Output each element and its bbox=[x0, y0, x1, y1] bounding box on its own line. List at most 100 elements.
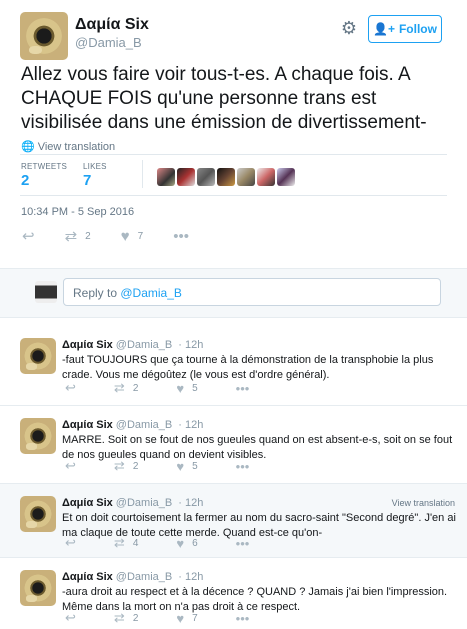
reply-author-name[interactable]: Δαμία Six bbox=[62, 339, 113, 351]
reply-icon: ↩ bbox=[65, 610, 76, 625]
reply-icon: ↩ bbox=[22, 228, 35, 245]
view-translation-link[interactable]: 🌐 View translation bbox=[21, 140, 115, 153]
retweet-button[interactable]: ⇄ 2 bbox=[114, 458, 138, 474]
follow-button[interactable]: 👤+ Follow bbox=[368, 15, 442, 43]
retweets-count: 2 bbox=[21, 172, 30, 189]
liker-avatar[interactable] bbox=[237, 168, 255, 186]
retweet-button[interactable]: ⇄ 4 bbox=[114, 535, 138, 551]
reply-text: -faut TOUJOURS que ça tourne à la démons… bbox=[62, 354, 434, 381]
divider bbox=[20, 195, 447, 196]
author-name[interactable]: Δαμία Six bbox=[75, 16, 149, 34]
tweet-timestamp[interactable]: 10:34 PM - 5 Sep 2016 bbox=[21, 206, 134, 218]
author-avatar[interactable] bbox=[20, 338, 56, 374]
more-button[interactable]: ••• bbox=[236, 611, 250, 626]
reply-actions: ↩ ⇄ 2 ♥ 7 ••• bbox=[65, 610, 287, 626]
retweet-button[interactable]: ⇄ 2 bbox=[114, 380, 138, 396]
retweet-icon: ⇄ bbox=[113, 458, 125, 473]
likers-avatars bbox=[157, 168, 295, 186]
reply-author-name[interactable]: Δαμία Six bbox=[62, 419, 113, 431]
reply-tweet[interactable]: Δαμία Six @Damia_B · 12h View translation… bbox=[0, 484, 467, 558]
retweet-button[interactable]: ⇄ 2 bbox=[65, 227, 91, 245]
like-button[interactable]: ♥ 5 bbox=[176, 381, 197, 396]
likes-count: 7 bbox=[83, 172, 92, 189]
like-icon: ♥ bbox=[176, 610, 185, 626]
reply-tweet[interactable]: Δαμία Six @Damia_B · 12h -faut TOUJOURS q… bbox=[0, 326, 467, 406]
reply-composer: Reply to @Damia_B bbox=[0, 268, 467, 318]
more-icon: ••• bbox=[235, 458, 250, 474]
like-icon: ♥ bbox=[176, 380, 185, 396]
gear-icon[interactable]: ⚙ bbox=[340, 19, 358, 37]
like-button[interactable]: ♥ 6 bbox=[176, 536, 197, 551]
retweet-icon: ⇄ bbox=[113, 535, 125, 550]
tweet-text: Allez vous faire voir tous-t-es. A chaqu… bbox=[21, 64, 427, 133]
like-icon: ♥ bbox=[176, 458, 185, 474]
reply-author-name[interactable]: Δαμία Six bbox=[62, 571, 113, 583]
likes-stat[interactable]: LIKES 7 bbox=[83, 162, 107, 189]
reply-button[interactable]: ↩ bbox=[22, 227, 35, 245]
add-user-icon: 👤+ bbox=[373, 22, 395, 36]
reply-author-handle[interactable]: @Damia_B bbox=[116, 497, 172, 509]
more-button[interactable]: ••• bbox=[236, 459, 250, 474]
view-translation-link[interactable]: View translation bbox=[392, 498, 455, 508]
liker-avatar[interactable] bbox=[217, 168, 235, 186]
liker-avatar[interactable] bbox=[197, 168, 215, 186]
reply-actions: ↩ ⇄ 4 ♥ 6 ••• bbox=[65, 535, 287, 551]
reply-tweet[interactable]: Δαμία Six @Damia_B · 12h -aura droit au r… bbox=[0, 558, 467, 629]
divider bbox=[20, 154, 447, 155]
like-button[interactable]: ♥ 5 bbox=[176, 459, 197, 474]
reply-actions: ↩ ⇄ 2 ♥ 5 ••• bbox=[65, 380, 287, 396]
more-icon: ••• bbox=[173, 227, 189, 245]
globe-icon: 🌐 bbox=[21, 141, 35, 153]
reply-header: Δαμία Six @Damia_B · 12h bbox=[62, 571, 203, 583]
more-icon: ••• bbox=[235, 610, 250, 626]
likes-label: LIKES bbox=[83, 162, 107, 171]
retweet-icon: ⇄ bbox=[64, 228, 78, 245]
tweet-actions: ↩ ⇄ 2 ♥ 7 ••• bbox=[22, 227, 219, 246]
reply-author-handle[interactable]: @Damia_B bbox=[116, 419, 172, 431]
like-button[interactable]: ♥ 7 bbox=[121, 228, 143, 245]
like-button[interactable]: ♥ 7 bbox=[176, 611, 197, 626]
reply-author-handle[interactable]: @Damia_B bbox=[116, 339, 172, 351]
retweets-stat[interactable]: RETWEETS 2 bbox=[21, 162, 67, 189]
reply-header: Δαμία Six @Damia_B · 12h bbox=[62, 497, 203, 509]
author-avatar[interactable] bbox=[20, 12, 68, 60]
reply-icon: ↩ bbox=[65, 535, 76, 550]
reply-time[interactable]: · 12h bbox=[178, 571, 203, 583]
more-button[interactable]: ••• bbox=[236, 536, 250, 551]
reply-header: Δαμία Six @Damia_B · 12h bbox=[62, 419, 203, 431]
reply-button[interactable]: ↩ bbox=[65, 535, 76, 551]
reply-actions: ↩ ⇄ 2 ♥ 5 ••• bbox=[65, 458, 287, 474]
more-button[interactable]: ••• bbox=[173, 228, 189, 245]
viewer-avatar bbox=[35, 281, 57, 303]
retweets-label: RETWEETS bbox=[21, 162, 68, 171]
retweet-button[interactable]: ⇄ 2 bbox=[114, 610, 138, 626]
author-handle[interactable]: @Damia_B bbox=[75, 35, 142, 50]
reply-author-name[interactable]: Δαμία Six bbox=[62, 497, 113, 509]
more-icon: ••• bbox=[235, 535, 250, 551]
reply-author-handle[interactable]: @Damia_B bbox=[116, 571, 172, 583]
retweet-icon: ⇄ bbox=[113, 610, 125, 625]
reply-tweet[interactable]: Δαμία Six @Damia_B · 12h MARRE. Soit on s… bbox=[0, 406, 467, 484]
like-icon: ♥ bbox=[120, 227, 130, 245]
reply-header: Δαμία Six @Damia_B · 12h bbox=[62, 339, 203, 351]
author-avatar[interactable] bbox=[20, 496, 56, 532]
reply-time[interactable]: · 12h bbox=[178, 497, 203, 509]
reply-time[interactable]: · 12h bbox=[178, 339, 203, 351]
liker-avatar[interactable] bbox=[257, 168, 275, 186]
more-button[interactable]: ••• bbox=[236, 381, 250, 396]
author-avatar[interactable] bbox=[20, 570, 56, 606]
author-avatar[interactable] bbox=[20, 418, 56, 454]
liker-avatar[interactable] bbox=[157, 168, 175, 186]
liker-avatar[interactable] bbox=[177, 168, 195, 186]
reply-input[interactable]: Reply to @Damia_B bbox=[63, 278, 441, 306]
reply-button[interactable]: ↩ bbox=[65, 458, 76, 474]
reply-time[interactable]: · 12h bbox=[178, 419, 203, 431]
main-tweet: Δαμία Six @Damia_B ⚙ 👤+ Follow Allez vou… bbox=[0, 0, 467, 268]
retweet-icon: ⇄ bbox=[113, 380, 125, 395]
liker-avatar[interactable] bbox=[277, 168, 295, 186]
reply-button[interactable]: ↩ bbox=[65, 380, 76, 396]
reply-icon: ↩ bbox=[65, 458, 76, 473]
reply-icon: ↩ bbox=[65, 380, 76, 395]
reply-button[interactable]: ↩ bbox=[65, 610, 76, 626]
divider bbox=[142, 160, 143, 188]
